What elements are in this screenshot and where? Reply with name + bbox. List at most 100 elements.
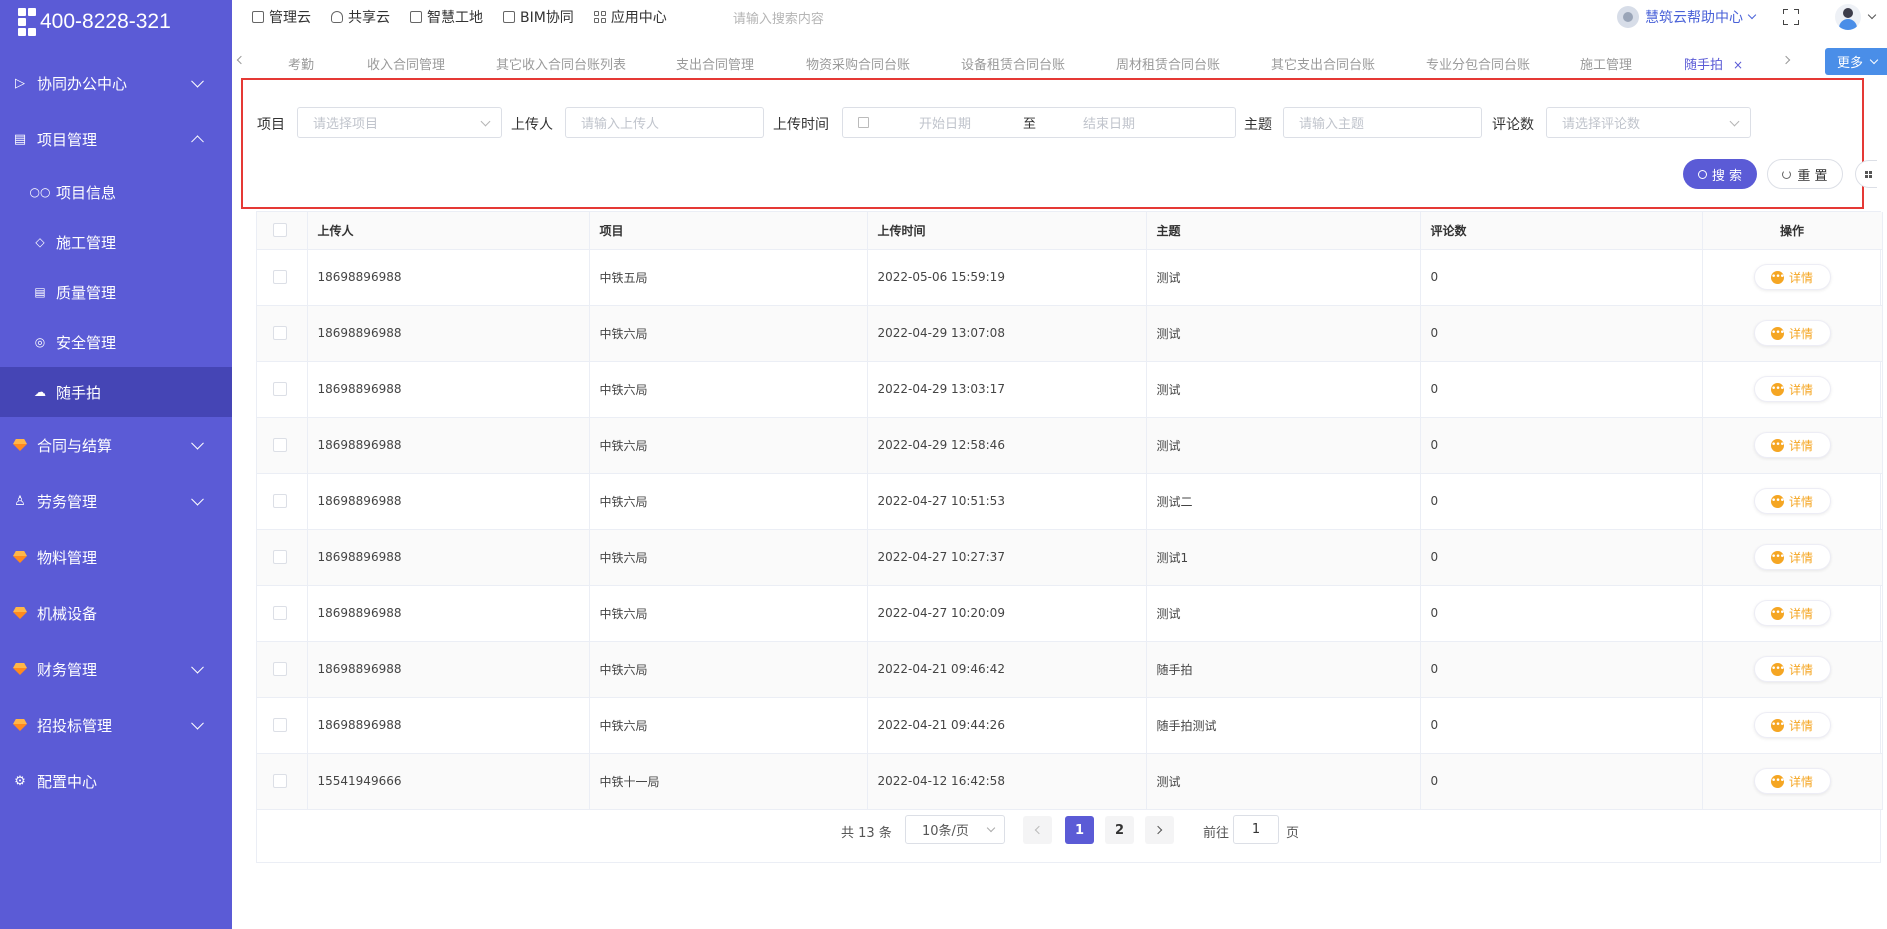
tab-attendance[interactable]: 考勤 <box>288 54 314 73</box>
detail-button[interactable]: ••• 详情 <box>1753 544 1831 570</box>
sidebar-subitem-construction[interactable]: ◇ 施工管理 <box>0 217 232 267</box>
sidebar-item-bidding[interactable]: 招投标管理 <box>0 697 232 753</box>
sidebar-item-config-center[interactable]: ⚙ 配置中心 <box>0 753 232 809</box>
header-project[interactable]: 项目 <box>589 212 868 250</box>
tabs-scroll-left-icon[interactable] <box>236 55 246 65</box>
sidebar-subitem-snapshot[interactable]: ☁ 随手拍 <box>0 367 232 417</box>
sidebar-item-labor[interactable]: ♙ 劳务管理 <box>0 473 232 529</box>
cell-upload-time: 2022-04-27 10:27:37 <box>867 529 1147 586</box>
row-checkbox[interactable] <box>273 606 287 620</box>
row-checkbox[interactable] <box>273 774 287 788</box>
detail-button[interactable]: ••• 详情 <box>1753 264 1831 290</box>
row-checkbox[interactable] <box>273 494 287 508</box>
global-search-input[interactable]: 请输入搜索内容 <box>733 8 824 27</box>
chevron-down-icon <box>1747 10 1757 20</box>
more-dots-icon: ••• <box>1770 606 1785 620</box>
search-button[interactable]: 搜 索 <box>1683 159 1757 189</box>
tab-subcontract-ledger[interactable]: 专业分包合同台账 <box>1426 54 1530 73</box>
project-select[interactable]: 请选择项目 <box>297 107 502 138</box>
tab-construction[interactable]: 施工管理 <box>1580 54 1632 73</box>
tab-other-income-ledger[interactable]: 其它收入合同台账列表 <box>496 54 626 73</box>
prev-page-button[interactable] <box>1023 816 1052 844</box>
tab-income-contract[interactable]: 收入合同管理 <box>367 54 445 73</box>
nav-app-center[interactable]: 应用中心 <box>593 7 667 27</box>
end-date-input[interactable]: 结束日期 <box>1083 113 1135 132</box>
sidebar-item-label: 协同办公中心 <box>37 74 128 93</box>
sidebar-item-machinery[interactable]: 机械设备 <box>0 585 232 641</box>
detail-button[interactable]: ••• 详情 <box>1753 432 1831 458</box>
cell-operations: ••• 详情 <box>1702 697 1883 754</box>
avatar[interactable] <box>1835 4 1861 30</box>
tabs-scroll-right-icon[interactable] <box>1781 55 1791 65</box>
row-checkbox[interactable] <box>273 550 287 564</box>
tab-equipment-lease-ledger[interactable]: 设备租赁合同台账 <box>961 54 1065 73</box>
comment-count-select[interactable]: 请选择评论数 <box>1546 107 1751 138</box>
more-tabs-button[interactable]: 更多 <box>1825 48 1887 75</box>
reset-button[interactable]: 重 置 <box>1767 159 1843 189</box>
detail-button[interactable]: ••• 详情 <box>1753 712 1831 738</box>
row-checkbox[interactable] <box>273 438 287 452</box>
header-uploader[interactable]: 上传人 <box>307 212 590 250</box>
chevron-down-icon[interactable] <box>1867 10 1877 20</box>
sidebar-item-contract-settlement[interactable]: 合同与结算 <box>0 417 232 473</box>
goto-page-input[interactable]: 1 <box>1233 815 1279 844</box>
cell-operations: ••• 详情 <box>1702 361 1883 418</box>
sidebar-item-label: 招投标管理 <box>37 716 113 735</box>
row-checkbox[interactable] <box>273 382 287 396</box>
pagination-total: 共 13 条 <box>841 826 892 841</box>
start-date-input[interactable]: 开始日期 <box>919 113 971 132</box>
nav-bim[interactable]: BIM协同 <box>503 7 574 27</box>
sidebar-item-office[interactable]: ▷ 协同办公中心 <box>0 55 232 111</box>
tab-snapshot[interactable]: 随手拍 × <box>1684 54 1743 73</box>
table-row: 15541949666 中铁十一局 2022-04-12 16:42:58 测试 0 ••… <box>257 753 1883 810</box>
detail-button[interactable]: ••• 详情 <box>1753 488 1831 514</box>
page-2-button[interactable]: 2 <box>1105 816 1134 844</box>
next-page-button[interactable] <box>1145 816 1174 844</box>
detail-button[interactable]: ••• 详情 <box>1753 656 1831 682</box>
sidebar-subitem-safety[interactable]: ◎ 安全管理 <box>0 317 232 367</box>
tab-turnover-lease-ledger[interactable]: 周材租赁合同台账 <box>1116 54 1220 73</box>
cell-project: 中铁六局 <box>589 305 868 362</box>
cell-project: 中铁六局 <box>589 529 868 586</box>
sidebar-item-materials[interactable]: 物料管理 <box>0 529 232 585</box>
tab-material-purchase-ledger[interactable]: 物资采购合同台账 <box>806 54 910 73</box>
sidebar-item-finance[interactable]: 财务管理 <box>0 641 232 697</box>
fullscreen-icon[interactable] <box>1783 9 1799 25</box>
sidebar-subitem-project-info[interactable]: ○○ 项目信息 <box>0 167 232 217</box>
help-center-dropdown[interactable]: 慧筑云帮助中心 <box>1617 6 1757 28</box>
nav-shared-cloud[interactable]: 共享云 <box>331 7 390 27</box>
tab-other-expense-ledger[interactable]: 其它支出合同台账 <box>1271 54 1375 73</box>
row-checkbox[interactable] <box>273 662 287 676</box>
sidebar-subitem-label: 安全管理 <box>56 333 117 352</box>
cell-comment-count: 0 <box>1420 697 1703 754</box>
cell-project: 中铁十一局 <box>589 753 868 810</box>
sidebar-item-project-management[interactable]: ▤ 项目管理 <box>0 111 232 167</box>
sidebar-subitem-quality[interactable]: ▤ 质量管理 <box>0 267 232 317</box>
subject-input[interactable]: 请输入主题 <box>1283 107 1482 138</box>
header-upload-time[interactable]: 上传时间 <box>867 212 1147 250</box>
cell-uploader: 18698896988 <box>307 697 590 754</box>
close-icon[interactable]: × <box>1733 58 1743 72</box>
tab-expense-contract[interactable]: 支出合同管理 <box>676 54 754 73</box>
gem-icon <box>12 661 28 677</box>
header-comment-count[interactable]: 评论数 <box>1420 212 1703 250</box>
header-subject[interactable]: 主题 <box>1146 212 1421 250</box>
detail-button[interactable]: ••• 详情 <box>1753 320 1831 346</box>
nav-smart-site[interactable]: 智慧工地 <box>410 7 483 27</box>
row-select-cell <box>257 417 308 474</box>
page-size-select[interactable]: 10条/页 <box>905 815 1005 844</box>
filter-panel: 项目 请选择项目 上传人 请输入上传人 上传时间 开始日期 至 结束日期 主题 … <box>241 78 1864 209</box>
column-settings-toggle[interactable] <box>1855 160 1877 188</box>
cell-uploader: 18698896988 <box>307 473 590 530</box>
row-checkbox[interactable] <box>273 270 287 284</box>
row-checkbox[interactable] <box>273 326 287 340</box>
detail-button[interactable]: ••• 详情 <box>1753 600 1831 626</box>
page-1-button[interactable]: 1 <box>1065 816 1094 844</box>
select-all-checkbox[interactable] <box>273 223 287 238</box>
uploader-input[interactable]: 请输入上传人 <box>565 107 764 138</box>
detail-button[interactable]: ••• 详情 <box>1753 768 1831 794</box>
upload-date-range[interactable]: 开始日期 至 结束日期 <box>842 107 1236 138</box>
detail-button[interactable]: ••• 详情 <box>1753 376 1831 402</box>
nav-management-cloud[interactable]: 管理云 <box>252 7 311 27</box>
row-checkbox[interactable] <box>273 718 287 732</box>
